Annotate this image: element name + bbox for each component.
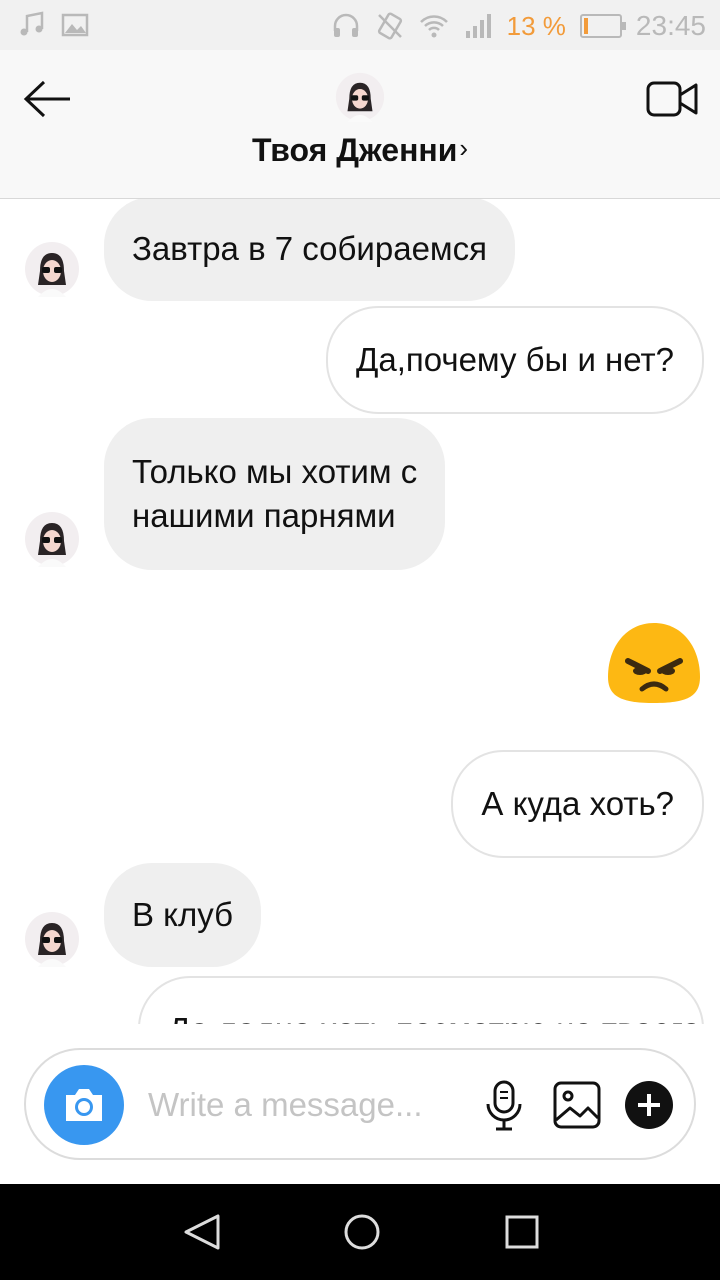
signal-icon [465,14,491,38]
camera-icon [66,1089,102,1121]
back-arrow-icon[interactable] [20,74,76,124]
camera-button[interactable] [44,1065,124,1145]
angry-face-icon[interactable] [606,621,702,705]
message-input[interactable] [146,1076,470,1134]
message-text: Да ладно хоть посмотрю на твоего [168,1011,701,1024]
plus-icon[interactable] [624,1080,674,1130]
nav-recents-icon[interactable] [502,1212,542,1252]
battery-percent: 13 % [506,10,566,41]
avatar[interactable] [24,911,80,967]
message-bubble-outgoing[interactable]: Да ладно хоть посмотрю на твоего [138,976,704,1024]
nav-home-icon[interactable] [340,1210,384,1254]
music-icon [20,11,44,36]
system-nav-bar [0,1184,720,1280]
status-bar: 13 % 23:45 [0,0,720,50]
wifi-icon [419,15,448,38]
message-bubble-incoming[interactable]: В клуб [104,863,262,967]
message-text-line: нашими парнями [132,497,396,534]
avatar[interactable] [24,511,80,567]
chat-title-text: Твоя Дженни [251,132,458,168]
message-bubble-outgoing[interactable]: Да,почему бы и нет? [326,306,704,414]
avatar[interactable] [24,241,80,297]
battery-icon [579,14,626,38]
microphone-icon[interactable] [484,1080,524,1132]
message-list[interactable]: Завтра в 7 собираемся Да,почему бы и нет… [0,199,720,1024]
chat-header: Твоя Дженни› [0,50,720,199]
message-bubble-incoming[interactable]: Только мы хотим с нашими парнями [104,418,446,570]
message-text: Завтра в 7 собираемся [132,230,487,267]
chevron-right-icon: › [459,133,469,163]
headset-icon [333,13,358,37]
message-bubble-outgoing[interactable]: А куда хоть? [451,750,704,858]
message-text: Да,почему бы и нет? [356,341,674,378]
image-icon [61,13,89,37]
avatar[interactable] [335,72,385,122]
status-time: 23:45 [635,10,706,41]
message-composer [24,1048,696,1160]
gallery-icon[interactable] [552,1080,602,1130]
silent-icon [377,12,402,40]
chat-title[interactable]: Твоя Дженни› [0,132,720,169]
video-call-icon[interactable] [644,76,700,122]
nav-back-icon[interactable] [180,1212,224,1252]
message-text-line: Только мы хотим с [132,453,418,490]
message-text: В клуб [132,896,234,933]
message-text: А куда хоть? [481,785,674,822]
message-bubble-incoming[interactable]: Завтра в 7 собираемся [104,199,515,301]
